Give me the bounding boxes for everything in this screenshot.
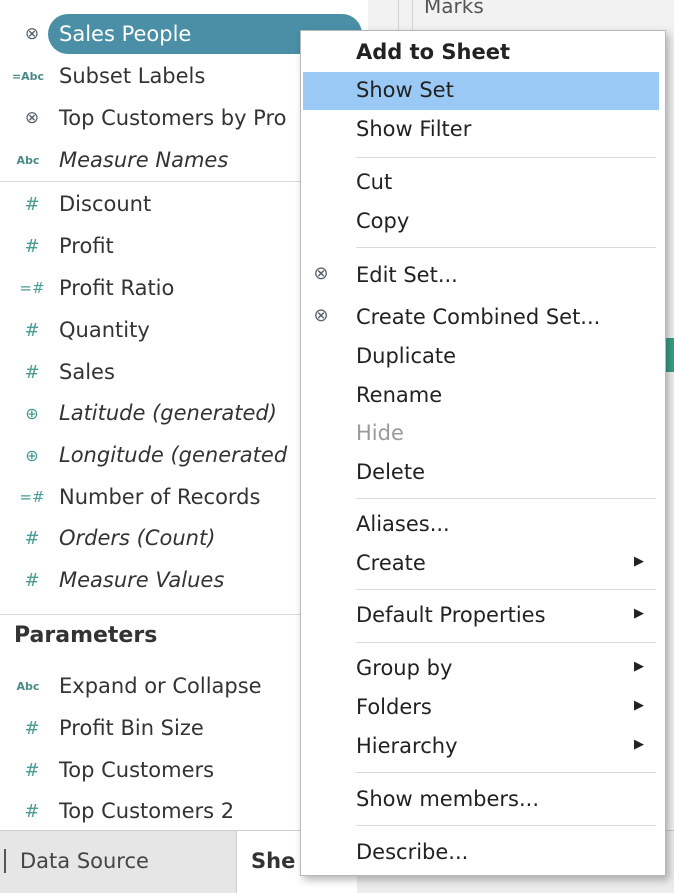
tab-label: Data Source — [20, 849, 149, 873]
hash-icon: # — [24, 800, 40, 822]
menu-item-label: Show Filter — [356, 117, 472, 141]
tab-edge — [4, 849, 6, 873]
field-label: Measure Names — [59, 148, 229, 172]
menu-item-label: Edit Set... — [356, 263, 458, 287]
menu-item-label: Hierarchy — [356, 734, 458, 758]
field-label: Sales — [59, 360, 115, 384]
menu-item-label: Create Combined Set... — [356, 305, 601, 329]
menu-separator — [356, 498, 656, 499]
field-label: Sales People — [59, 22, 192, 46]
field-label: Orders (Count) — [59, 526, 216, 550]
field-label: Top Customers — [59, 758, 215, 782]
menu-item-label: Describe... — [356, 840, 469, 864]
submenu-arrow-icon: ▶ — [634, 737, 644, 752]
menu-item-label: Aliases... — [356, 512, 450, 536]
menu-item-aliases[interactable]: Aliases... — [301, 506, 665, 544]
menu-item-label: Create — [356, 551, 426, 575]
menu-item-folders[interactable]: Folders ▶ — [301, 689, 665, 727]
menu-item-copy[interactable]: Copy — [301, 203, 665, 241]
tableau-window: Marks ⊗ Sales People =Abc Subset Labels … — [0, 0, 674, 893]
field-label: Discount — [59, 192, 152, 216]
field-label: Profit Bin Size — [59, 716, 204, 740]
menu-item-label: Cut — [356, 170, 393, 194]
menu-item-label: Default Properties — [356, 603, 546, 627]
menu-item-duplicate[interactable]: Duplicate — [301, 338, 665, 376]
field-label: Quantity — [59, 318, 150, 342]
submenu-arrow-icon: ▶ — [634, 659, 644, 674]
menu-item-rename[interactable]: Rename — [301, 377, 665, 415]
hash-icon: # — [24, 319, 40, 341]
hash-icon: # — [24, 569, 40, 591]
field-label: Latitude (generated) — [59, 401, 277, 425]
tab-label: She — [251, 849, 296, 873]
field-label: Number of Records — [59, 485, 261, 509]
menu-item-hide: Hide — [301, 415, 665, 453]
hash-icon: # — [24, 527, 40, 549]
submenu-arrow-icon: ▶ — [634, 606, 644, 621]
menu-item-hierarchy[interactable]: Hierarchy ▶ — [301, 728, 665, 766]
menu-separator — [356, 589, 656, 590]
string-icon: Abc — [16, 679, 40, 693]
field-label: Profit Ratio — [59, 276, 175, 300]
tab-data-source[interactable]: Data Source — [0, 831, 237, 893]
menu-item-label: Group by — [356, 656, 453, 680]
set-icon: ⊗ — [24, 108, 40, 128]
hash-icon: # — [24, 361, 40, 383]
menu-item-label: Show members... — [356, 787, 540, 811]
set-icon: ⊗ — [24, 24, 40, 44]
menu-item-cut[interactable]: Cut — [301, 164, 665, 202]
field-label: Profit — [59, 234, 114, 258]
menu-item-show-members[interactable]: Show members... — [301, 781, 665, 819]
menu-item-label: Add to Sheet — [356, 40, 511, 64]
hash-icon: # — [24, 193, 40, 215]
parameters-heading: Parameters — [14, 623, 158, 648]
menu-item-group-by[interactable]: Group by ▶ — [301, 650, 665, 688]
menu-item-label: Hide — [356, 421, 404, 445]
menu-item-label: Delete — [356, 460, 425, 484]
menu-item-show-filter[interactable]: Show Filter — [301, 111, 665, 149]
field-label: Top Customers 2 — [59, 799, 235, 823]
calc-hash-icon: =# — [19, 488, 45, 506]
menu-item-default-properties[interactable]: Default Properties ▶ — [301, 597, 665, 635]
submenu-arrow-icon: ▶ — [634, 698, 644, 713]
menu-separator — [356, 642, 656, 643]
hash-icon: # — [24, 759, 40, 781]
globe-icon: ⊕ — [25, 403, 39, 423]
menu-item-label: Show Set — [356, 78, 454, 102]
hash-icon: # — [24, 235, 40, 257]
menu-item-label: Folders — [356, 695, 432, 719]
field-context-menu: Add to Sheet Show Set Show Filter Cut Co… — [300, 30, 666, 876]
globe-icon: ⊕ — [25, 445, 39, 465]
menu-item-delete[interactable]: Delete — [301, 454, 665, 492]
menu-separator — [356, 157, 656, 158]
menu-item-add-to-sheet[interactable]: Add to Sheet — [301, 34, 665, 72]
field-label: Measure Values — [59, 568, 225, 592]
field-label: Top Customers by Pro — [59, 106, 287, 130]
set-icon: ⊗ — [313, 263, 329, 284]
menu-separator — [356, 247, 656, 248]
field-label: Longitude (generated — [59, 443, 288, 467]
combined-set-icon: ⊗ — [313, 305, 329, 326]
menu-item-create[interactable]: Create ▶ — [301, 545, 665, 583]
calc-hash-icon: =# — [19, 279, 45, 297]
menu-item-describe[interactable]: Describe... — [301, 834, 665, 872]
menu-separator — [356, 825, 656, 826]
menu-separator — [356, 772, 656, 773]
menu-item-label: Copy — [356, 209, 410, 233]
hash-icon: # — [24, 717, 40, 739]
menu-item-edit-set[interactable]: ⊗ Edit Set... — [301, 257, 665, 295]
calc-string-icon: =Abc — [11, 69, 45, 83]
menu-item-create-combined-set[interactable]: ⊗ Create Combined Set... — [301, 299, 665, 337]
menu-item-show-set[interactable]: Show Set — [301, 72, 665, 110]
field-label: Expand or Collapse — [59, 674, 262, 698]
marks-card-title: Marks — [424, 0, 484, 18]
menu-item-label: Rename — [356, 383, 443, 407]
string-icon: Abc — [16, 153, 40, 167]
field-label: Subset Labels — [59, 64, 206, 88]
menu-item-label: Duplicate — [356, 344, 457, 368]
submenu-arrow-icon: ▶ — [634, 554, 644, 569]
